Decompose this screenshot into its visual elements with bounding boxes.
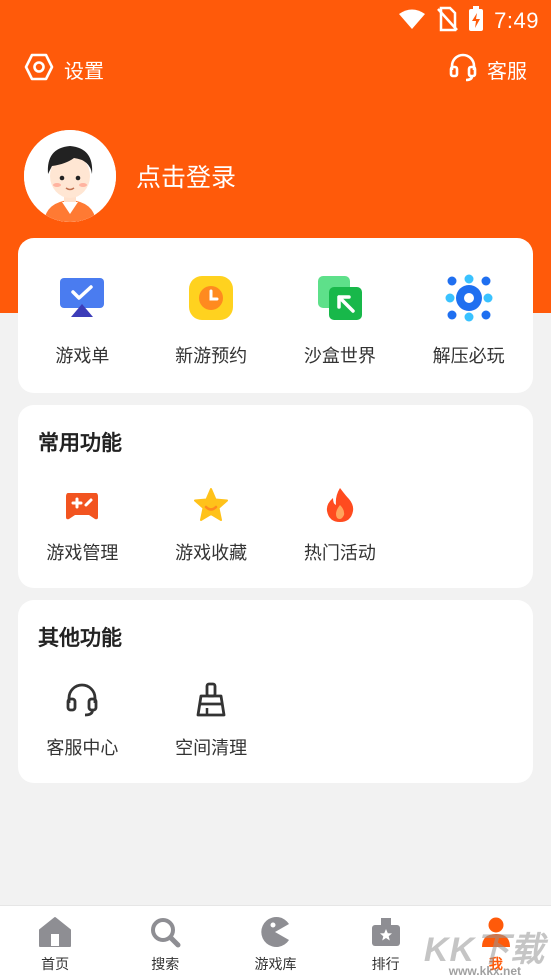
customer-service-label: 客服 (487, 59, 527, 83)
function-customer-service-center[interactable]: 客服中心 (18, 680, 147, 760)
search-icon (147, 914, 183, 950)
fire-icon (320, 485, 360, 525)
quick-entry-label: 沙盒世界 (303, 346, 376, 367)
settings-label: 设置 (64, 59, 104, 83)
function-label: 游戏管理 (46, 543, 119, 564)
bubbles-icon (445, 274, 493, 322)
tab-game-library[interactable]: 游戏库 (220, 906, 330, 979)
watermark-url: www.kkx.net (448, 964, 521, 978)
no-sim-icon (436, 6, 459, 36)
gamepad-icon (62, 485, 102, 525)
headset-icon (62, 680, 102, 720)
quick-entry-label: 新游预约 (175, 346, 248, 367)
quick-entry-label: 解压必玩 (432, 346, 505, 367)
ranking-icon (368, 914, 404, 950)
customer-service-button[interactable]: 客服 (449, 52, 527, 87)
other-functions-card: 其他功能 客服中心 空间清理 (18, 600, 533, 783)
settings-button[interactable]: 设置 (24, 52, 104, 87)
clock-icon (187, 274, 235, 322)
quick-entry-card: 游戏单 新游预约 沙盒世界 解压必玩 (18, 238, 533, 393)
gear-icon (24, 52, 54, 87)
quick-entry-decompression[interactable]: 解压必玩 (404, 274, 533, 368)
watermark-logo: KK下载 www.kkx.net (424, 922, 545, 978)
status-bar: 7:49 (0, 0, 551, 40)
broom-icon (191, 680, 231, 720)
function-label: 游戏收藏 (175, 543, 248, 564)
login-area[interactable]: 点击登录 (24, 130, 236, 222)
avatar[interactable] (24, 130, 116, 222)
function-hot-events[interactable]: 热门活动 (276, 485, 405, 565)
quick-entry-sandbox-world[interactable]: 沙盒世界 (276, 274, 405, 368)
status-time: 7:49 (494, 8, 539, 33)
headset-icon (449, 52, 477, 87)
section-title: 常用功能 (38, 431, 122, 455)
top-bar: 设置 客服 (0, 52, 551, 88)
quick-entry-label: 游戏单 (55, 346, 110, 367)
tab-label: 排行 (371, 957, 400, 973)
wifi-icon (398, 8, 426, 34)
star-icon (191, 485, 231, 525)
tab-label: 首页 (41, 957, 70, 973)
function-label: 客服中心 (46, 738, 119, 759)
tab-home[interactable]: 首页 (0, 906, 110, 979)
tab-label: 搜索 (151, 957, 180, 973)
login-label[interactable]: 点击登录 (136, 158, 236, 194)
battery-charging-icon (468, 6, 484, 36)
function-game-management[interactable]: 游戏管理 (18, 485, 147, 565)
common-functions-card: 常用功能 游戏管理 游戏收藏 热门活动 (18, 405, 533, 588)
function-label: 热门活动 (303, 543, 376, 564)
monitor-check-icon (58, 274, 106, 322)
section-title: 其他功能 (38, 626, 122, 650)
tab-search[interactable]: 搜索 (110, 906, 220, 979)
function-label: 空间清理 (175, 738, 248, 759)
quick-entry-game-list[interactable]: 游戏单 (18, 274, 147, 368)
tab-label: 游戏库 (254, 957, 297, 973)
pacman-icon (257, 914, 293, 950)
home-icon (37, 914, 73, 950)
function-space-cleanup[interactable]: 空间清理 (147, 680, 276, 760)
arrow-box-icon (316, 274, 364, 322)
function-game-favorites[interactable]: 游戏收藏 (147, 485, 276, 565)
quick-entry-new-game-reservation[interactable]: 新游预约 (147, 274, 276, 368)
